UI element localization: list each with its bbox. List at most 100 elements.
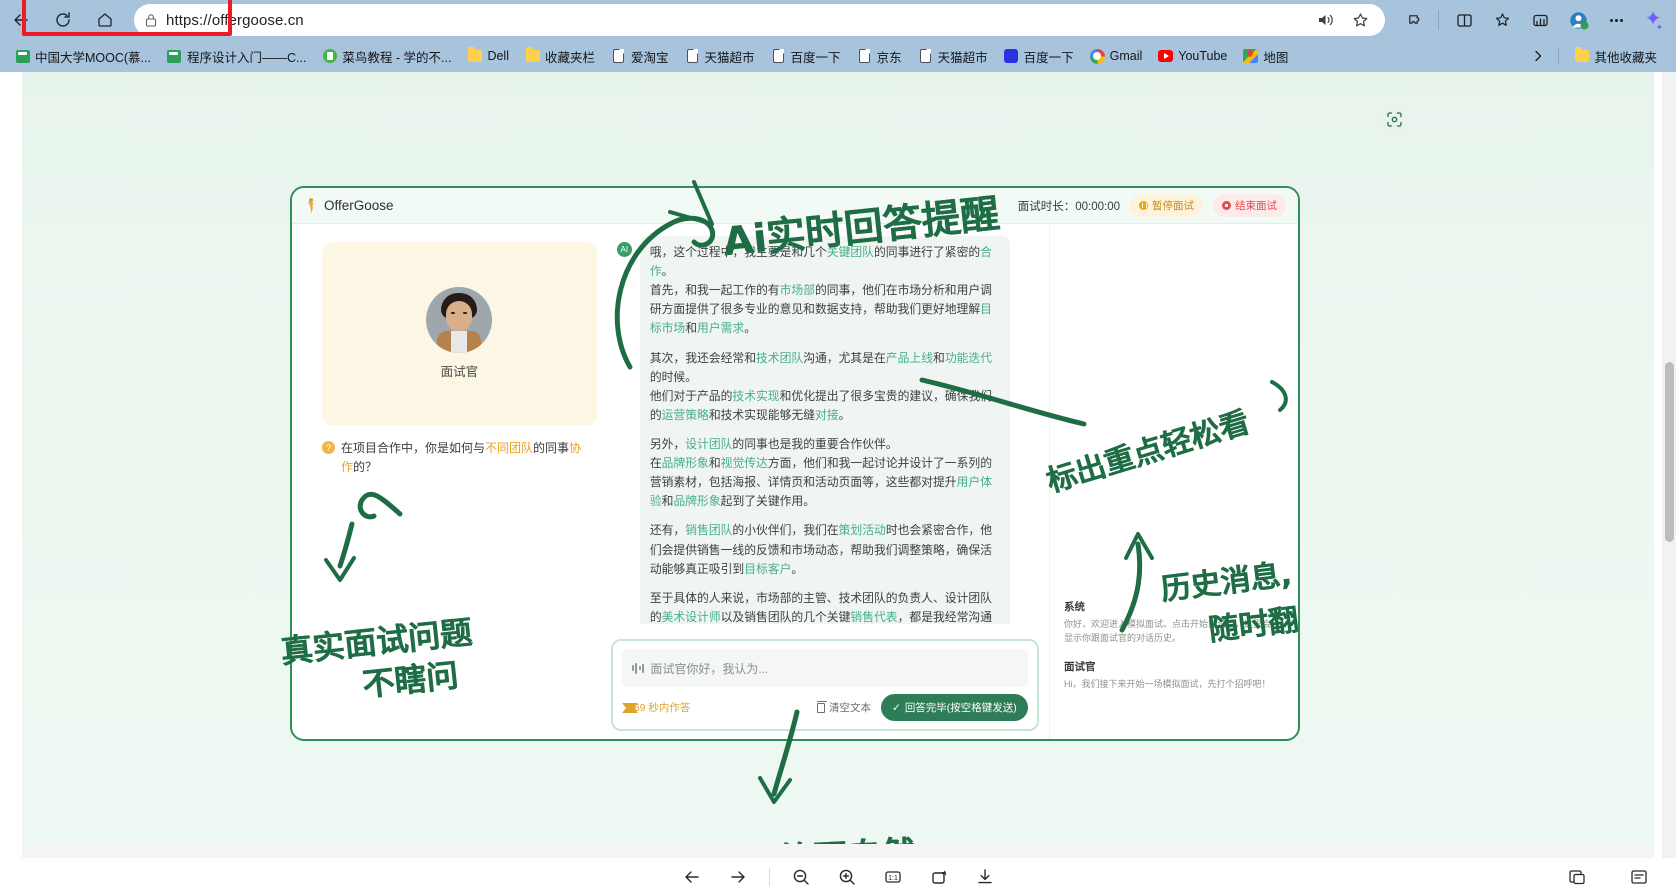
stop-icon — [1222, 201, 1231, 210]
submit-label: 回答完毕(按空格键发送) — [904, 702, 1017, 714]
browser-essentials-icon[interactable] — [1522, 4, 1558, 36]
composer-actions: 清空文本 ✓ 回答完毕(按空格键发送) — [817, 694, 1028, 721]
toolbar-divider — [1438, 10, 1439, 30]
extensions-icon[interactable] — [1395, 4, 1431, 36]
browser-chrome: https://offergoose.cn 中国大学MOOC(慕... 程序设计… — [0, 0, 1676, 72]
bookmark-item[interactable]: 百度一下 — [997, 44, 1081, 69]
message-paragraph: 至于具体的人来说，市场部的主管、技术团队的负责人、设计团队的美术设计师以及销售团… — [649, 590, 992, 624]
message-paragraph: 其次，我还会经常和技术团队沟通，尤其是在产品上线和功能迭代的时候。 他们对于产品的… — [649, 350, 993, 422]
actual-size-button[interactable]: 1:1 — [870, 862, 916, 892]
mooc-icon — [15, 49, 30, 64]
history-speaker: 系统 — [1063, 601, 1085, 613]
history-speaker: 面试官 — [1063, 660, 1096, 673]
download-button[interactable] — [962, 862, 1008, 892]
bookmark-item[interactable]: 爱淘宝 — [604, 44, 676, 69]
message-paragraph: 另外，设计团队的同事也是我的重要合作伙伴。 在品牌形象和视觉传达方面，他们和我一起… — [649, 436, 992, 509]
question-highlight: 不同团队 — [485, 441, 534, 455]
maps-icon — [1243, 49, 1259, 64]
more-options-icon[interactable] — [1598, 4, 1634, 36]
submit-answer-button[interactable]: ✓ 回答完毕(按空格键发送) — [881, 694, 1028, 721]
bookmarks-overflow-chevron-right-icon[interactable] — [1526, 44, 1550, 68]
browser-toolbar: https://offergoose.cn — [0, 0, 1676, 40]
copilot-icon[interactable] — [1636, 5, 1670, 35]
profile-icon[interactable] — [1560, 4, 1596, 36]
page-icon — [857, 48, 872, 64]
bookmark-item[interactable]: Dell — [460, 46, 516, 67]
fit-width-button[interactable] — [1616, 862, 1662, 892]
bookmark-item[interactable]: Gmail — [1083, 46, 1150, 67]
trash-icon — [817, 700, 827, 713]
brand: OfferGoose — [304, 197, 394, 215]
bookmark-item[interactable]: 中国大学MOOC(慕... — [8, 44, 158, 69]
bookmark-label: 天猫超市 — [937, 50, 988, 65]
message-paragraph: 哦，这个过程中，我主要是和几个关键团队的同事进行了紧密的合作。 首先，和我一起工作… — [649, 245, 992, 336]
bookmark-item[interactable]: 地图 — [1236, 44, 1295, 69]
page-footer-strip — [22, 844, 1654, 858]
end-interview-button[interactable]: 结束面试 — [1213, 194, 1286, 217]
bookmark-item[interactable]: 收藏夹栏 — [518, 44, 602, 69]
page-viewport: OfferGoose 面试时长：00:00:00 暂停面试 结束面试 面试官 ?… — [22, 72, 1654, 858]
check-icon: ✓ — [892, 701, 901, 714]
clear-label: 清空文本 — [829, 702, 871, 714]
question-part: 的？ — [353, 459, 378, 474]
brand-name: OfferGoose — [324, 198, 394, 213]
bookmark-label: 程序设计入门——C... — [186, 50, 307, 65]
pause-interview-button[interactable]: 暂停面试 — [1130, 194, 1203, 217]
history-list: 系统 你好，欢迎进入模拟面试。点击开始面试后，这里会显示你跟面试官的对话历史。 … — [1064, 599, 1274, 704]
home-button[interactable] — [84, 3, 126, 37]
address-bar[interactable]: https://offergoose.cn — [134, 4, 1385, 36]
answer-input[interactable]: 面试官你好，我认为... — [621, 649, 1028, 687]
refresh-button[interactable] — [42, 3, 84, 37]
history-item: 系统 你好，欢迎进入模拟面试。点击开始面试后，这里会显示你跟面试官的对话历史。 — [1064, 599, 1274, 646]
bookmark-label: Dell — [487, 49, 509, 63]
bookmark-item[interactable]: 程序设计入门——C... — [160, 44, 313, 69]
bookmark-label: YouTube — [1178, 49, 1228, 63]
pause-icon — [1139, 201, 1148, 210]
answer-composer: 面试官你好，我认为... 69 秒内作答 清空文本 ✓ 回答完毕(按空格键发送) — [610, 639, 1039, 731]
offergoose-app-card: OfferGoose 面试时长：00:00:00 暂停面试 结束面试 面试官 ?… — [290, 186, 1300, 741]
youtube-icon — [1158, 49, 1174, 64]
countdown-label: 69 秒内作答 — [633, 702, 691, 714]
back-button[interactable] — [0, 3, 42, 37]
goose-logo-icon — [304, 197, 319, 215]
rotate-button[interactable] — [916, 862, 962, 892]
zoom-out-button[interactable] — [778, 862, 824, 892]
question-text: 在项目合作中，你是如何与不同团队的同事协作的？ — [341, 439, 593, 476]
bookmark-item[interactable]: YouTube — [1151, 46, 1234, 67]
answer-input-placeholder: 面试官你好，我认为... — [650, 661, 769, 676]
url-text: https://offergoose.cn — [166, 11, 304, 29]
page-icon — [611, 48, 626, 64]
split-screen-icon[interactable] — [1446, 4, 1482, 36]
read-aloud-icon[interactable] — [1311, 7, 1341, 33]
bookmark-item[interactable]: 菜鸟教程 - 学的不... — [315, 44, 458, 69]
bookmark-item[interactable]: 百度一下 — [764, 44, 848, 69]
bookmark-label: 百度一下 — [1023, 50, 1074, 65]
favorite-star-icon[interactable] — [1345, 7, 1375, 33]
page-scrollbar[interactable] — [1662, 72, 1676, 858]
end-label: 结束面试 — [1235, 200, 1277, 212]
previous-image-button[interactable] — [669, 862, 715, 892]
folder-icon — [525, 47, 540, 64]
folder-icon — [1574, 47, 1589, 64]
clear-text-button[interactable]: 清空文本 — [817, 700, 871, 715]
interview-timer: 面试时长：00:00:00 — [1017, 200, 1120, 213]
next-image-button[interactable] — [715, 862, 761, 892]
other-bookmarks-folder[interactable]: 其他收藏夹 — [1567, 44, 1664, 69]
interviewer-panel: 面试官 ? 在项目合作中，你是如何与不同团队的同事协作的？ — [292, 224, 611, 739]
bookmark-item[interactable]: 京东 — [850, 44, 909, 69]
app-body: 面试官 ? 在项目合作中，你是如何与不同团队的同事协作的？ AI 哦，这个过程中… — [292, 224, 1298, 739]
bookmark-item[interactable]: 天猫超市 — [911, 44, 995, 69]
answer-countdown: 69 秒内作答 — [621, 700, 691, 715]
question-part: 在项目合作中，你是如何与 — [341, 441, 486, 455]
composer-toolbar: 69 秒内作答 清空文本 ✓ 回答完毕(按空格键发送) — [621, 694, 1028, 721]
page-scrollbar-thumb[interactable] — [1665, 362, 1674, 542]
visual-search-icon[interactable] — [1379, 104, 1409, 134]
microphone-icon — [631, 662, 645, 675]
collections-icon[interactable] — [1484, 4, 1520, 36]
fit-page-button[interactable] — [1554, 862, 1600, 892]
bookmark-item[interactable]: 天猫超市 — [678, 44, 762, 69]
chat-scroll-area[interactable]: AI 哦，这个过程中，我主要是和几个关键团队的同事进行了紧密的合作。 首先，和我一… — [616, 236, 1045, 624]
bookmarks-bar: 中国大学MOOC(慕... 程序设计入门——C... 菜鸟教程 - 学的不...… — [0, 40, 1676, 72]
zoom-in-button[interactable] — [824, 862, 870, 892]
hourglass-icon — [621, 702, 638, 713]
